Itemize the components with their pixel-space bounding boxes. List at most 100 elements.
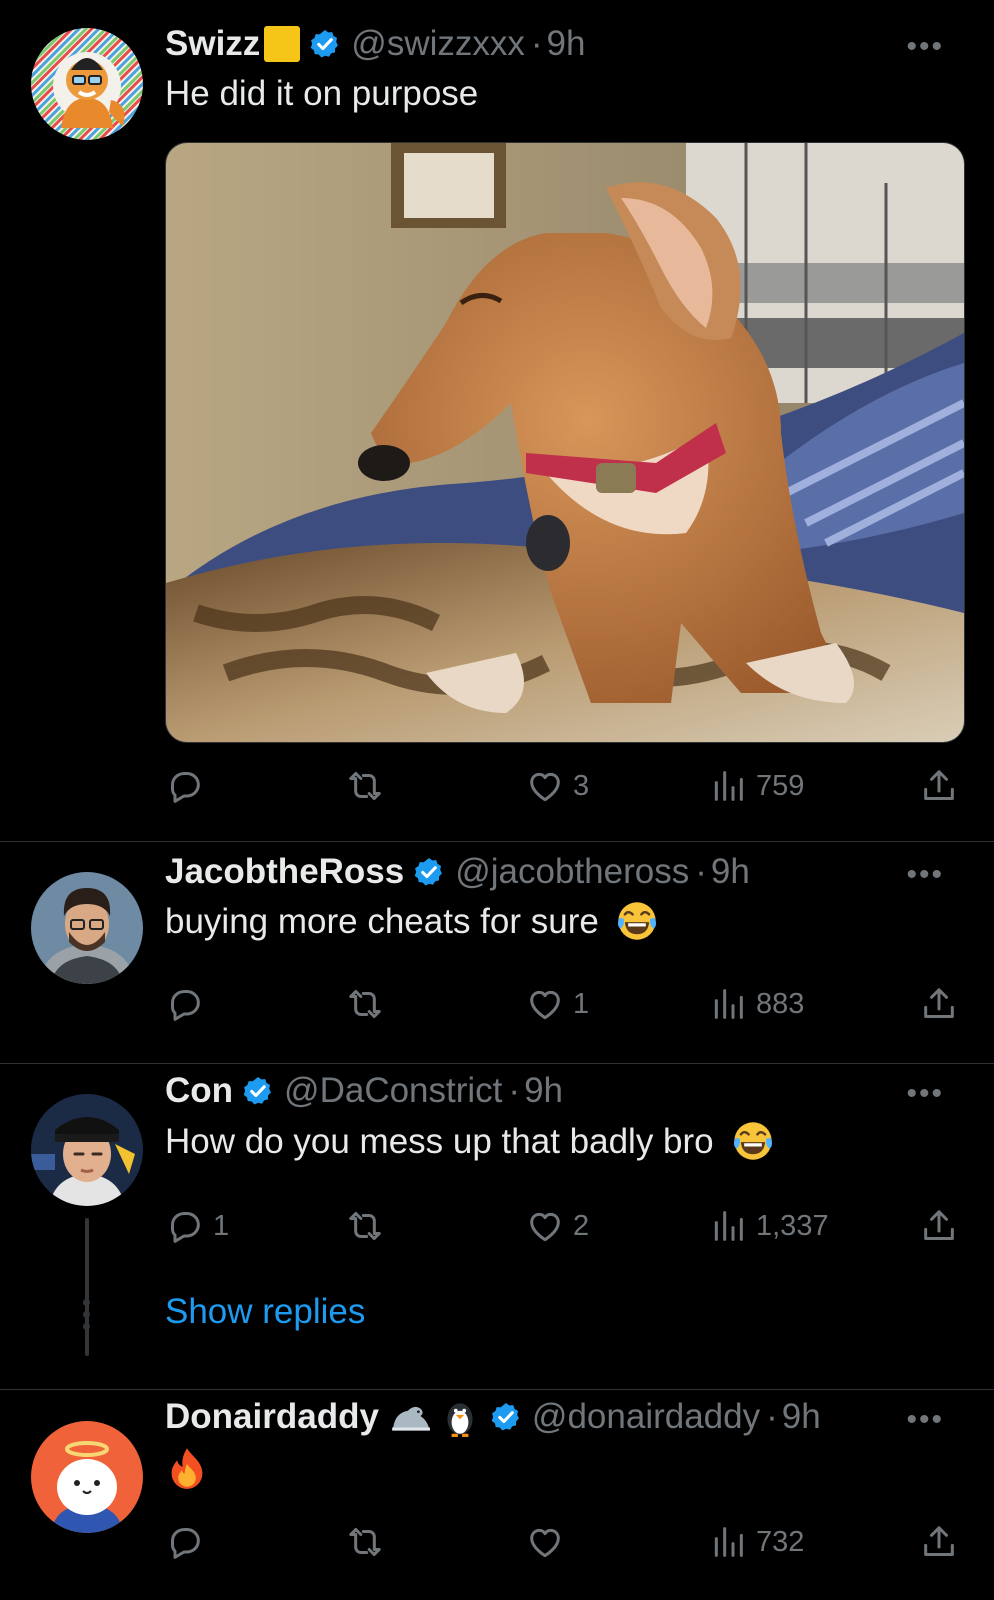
repost-icon bbox=[345, 1522, 385, 1562]
like-icon bbox=[525, 1206, 565, 1246]
yellow-square-icon bbox=[264, 26, 301, 62]
like-count: 3 bbox=[573, 769, 590, 802]
display-name[interactable]: Donairdaddy bbox=[165, 1395, 379, 1439]
handle[interactable]: @donairdaddy bbox=[532, 1395, 760, 1439]
fire-icon bbox=[165, 1446, 209, 1490]
more-icon[interactable]: ••• bbox=[906, 1079, 944, 1109]
repost-icon bbox=[345, 1206, 385, 1246]
separator: · bbox=[766, 1397, 778, 1436]
reply-icon bbox=[165, 1522, 205, 1562]
tweet-header: Donairdaddy @donairdaddy · 9h bbox=[165, 1395, 821, 1439]
avatar[interactable] bbox=[31, 1094, 143, 1206]
share-button[interactable] bbox=[919, 1517, 959, 1567]
timestamp[interactable]: 9h bbox=[524, 1069, 563, 1113]
tweet[interactable]: JacobtheRoss @jacobtheross · 9h ••• buyi… bbox=[0, 842, 994, 1063]
tweet[interactable]: Donairdaddy @donairdaddy · 9h ••• 732 bbox=[0, 1390, 994, 1600]
show-replies-link[interactable]: Show replies bbox=[165, 1290, 365, 1334]
handle[interactable]: @DaConstrict bbox=[284, 1069, 502, 1113]
tweet-text-row bbox=[165, 1444, 209, 1490]
tweet-header: Swizz @swizzxxx · 9h bbox=[165, 22, 585, 66]
views-button[interactable]: 732 bbox=[708, 1517, 804, 1567]
share-button[interactable] bbox=[919, 1201, 959, 1251]
views-button[interactable]: 883 bbox=[708, 979, 804, 1029]
repost-icon bbox=[345, 766, 385, 806]
reply-icon bbox=[165, 766, 205, 806]
handle[interactable]: @jacobtheross bbox=[455, 850, 689, 894]
reply-icon bbox=[165, 1206, 205, 1246]
share-button[interactable] bbox=[919, 761, 959, 811]
seal-icon bbox=[389, 1396, 431, 1438]
view-count: 732 bbox=[756, 1525, 805, 1558]
verified-badge-icon[interactable] bbox=[309, 28, 341, 60]
share-icon bbox=[919, 1206, 959, 1246]
repost-button[interactable] bbox=[345, 1201, 393, 1251]
views-button[interactable]: 759 bbox=[708, 761, 804, 811]
avatar[interactable] bbox=[31, 1421, 143, 1533]
display-name[interactable]: JacobtheRoss bbox=[165, 850, 404, 894]
views-icon bbox=[708, 1522, 748, 1562]
tweet-actions: 3 759 bbox=[165, 761, 965, 811]
view-count: 883 bbox=[756, 987, 805, 1020]
tweet-photo[interactable] bbox=[165, 142, 965, 743]
like-button[interactable]: 2 bbox=[525, 1201, 589, 1251]
display-name[interactable]: Swizz bbox=[165, 22, 260, 66]
tweet[interactable]: Con @DaConstrict · 9h ••• How do you mes… bbox=[0, 1064, 994, 1389]
timestamp[interactable]: 9h bbox=[547, 22, 586, 66]
tweet-header: JacobtheRoss @jacobtheross · 9h bbox=[165, 850, 750, 894]
views-icon bbox=[708, 984, 748, 1024]
penguin-icon bbox=[439, 1396, 481, 1438]
avatar[interactable] bbox=[31, 872, 143, 984]
repost-button[interactable] bbox=[345, 761, 393, 811]
tears-of-joy-icon bbox=[731, 1119, 775, 1163]
separator: · bbox=[530, 24, 543, 63]
views-button[interactable]: 1,337 bbox=[708, 1201, 829, 1251]
tweet-text: He did it on purpose bbox=[165, 74, 479, 113]
reply-icon bbox=[165, 984, 205, 1024]
share-icon bbox=[919, 1522, 959, 1562]
repost-button[interactable] bbox=[345, 979, 393, 1029]
reply-count: 1 bbox=[213, 1209, 230, 1242]
share-icon bbox=[919, 984, 959, 1024]
timestamp[interactable]: 9h bbox=[782, 1395, 821, 1439]
reply-button[interactable] bbox=[165, 979, 213, 1029]
views-icon bbox=[708, 766, 748, 806]
verified-badge-icon[interactable] bbox=[413, 856, 445, 888]
separator: · bbox=[695, 852, 707, 891]
share-button[interactable] bbox=[919, 979, 959, 1029]
separator: · bbox=[508, 1071, 521, 1110]
thread-dots-icon bbox=[82, 1299, 92, 1335]
like-icon bbox=[525, 766, 565, 806]
tweet[interactable]: Swizz @swizzxxx · 9h ••• He did it on pu… bbox=[0, 0, 994, 842]
like-button[interactable] bbox=[525, 1517, 573, 1567]
share-icon bbox=[919, 766, 959, 806]
more-icon[interactable]: ••• bbox=[906, 860, 944, 890]
view-count: 759 bbox=[756, 769, 805, 802]
more-icon[interactable]: ••• bbox=[906, 32, 944, 62]
reply-button[interactable] bbox=[165, 761, 213, 811]
tears-of-joy-icon bbox=[615, 899, 659, 943]
more-icon[interactable]: ••• bbox=[906, 1405, 944, 1435]
avatar[interactable] bbox=[31, 28, 143, 140]
like-icon bbox=[525, 1522, 565, 1562]
repost-button[interactable] bbox=[345, 1517, 393, 1567]
views-icon bbox=[708, 1206, 748, 1246]
reply-button[interactable]: 1 bbox=[165, 1201, 229, 1251]
tweet-text: buying more cheats for sure bbox=[165, 902, 599, 941]
verified-badge-icon[interactable] bbox=[242, 1075, 274, 1107]
reply-button[interactable] bbox=[165, 1517, 213, 1567]
handle[interactable]: @swizzxxx bbox=[351, 22, 525, 66]
like-count: 1 bbox=[573, 987, 590, 1020]
like-icon bbox=[525, 984, 565, 1024]
tweet-text-row: buying more cheats for sure bbox=[165, 900, 659, 944]
like-button[interactable]: 1 bbox=[525, 979, 589, 1029]
tweet-actions: 1 883 bbox=[165, 979, 965, 1029]
repost-icon bbox=[345, 984, 385, 1024]
timestamp[interactable]: 9h bbox=[711, 850, 750, 894]
tweet-text: How do you mess up that badly bro bbox=[165, 1122, 714, 1161]
view-count: 1,337 bbox=[756, 1209, 829, 1242]
verified-badge-icon[interactable] bbox=[490, 1401, 522, 1433]
display-name[interactable]: Con bbox=[165, 1069, 233, 1113]
like-button[interactable]: 3 bbox=[525, 761, 589, 811]
tweet-text-row: How do you mess up that badly bro bbox=[165, 1120, 775, 1164]
like-count: 2 bbox=[573, 1209, 590, 1242]
